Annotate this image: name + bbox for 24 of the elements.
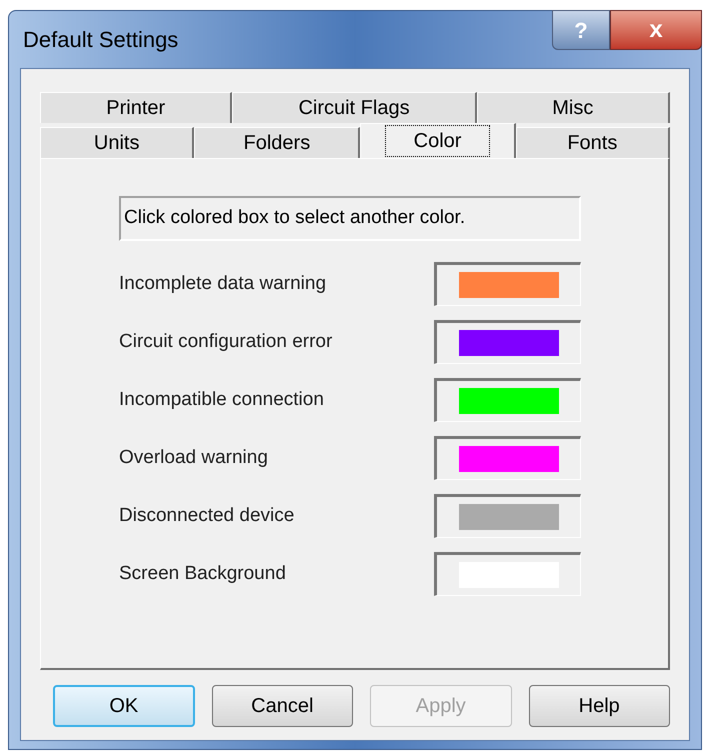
dialog-button[interactable]: Cancel [212, 685, 354, 727]
color-label: Screen Background [119, 562, 287, 586]
tab[interactable]: Misc [476, 92, 670, 123]
dialog-button[interactable]: OK [53, 685, 195, 727]
color-box[interactable] [434, 320, 581, 364]
color-box[interactable] [434, 262, 581, 306]
tab[interactable]: Printer [40, 92, 232, 123]
hint-text: Click colored box to select another color. [119, 196, 581, 241]
color-box[interactable] [434, 378, 581, 422]
color-label: Overload warning [119, 446, 269, 470]
tab[interactable]: Units [40, 127, 194, 158]
color-box[interactable] [434, 552, 581, 596]
color-box[interactable] [434, 436, 581, 480]
color-box[interactable] [434, 494, 581, 538]
color-label: Incompatible connection [119, 388, 325, 412]
tab[interactable]: Fonts [516, 127, 670, 158]
tab[interactable]: Color [360, 123, 516, 158]
tab[interactable]: Folders [194, 127, 360, 158]
tab[interactable]: Circuit Flags [232, 92, 477, 123]
dialog-button[interactable]: Help [528, 685, 670, 727]
color-label: Disconnected device [119, 504, 296, 528]
window-title: Default Settings [23, 26, 178, 54]
color-label: Circuit configuration error [119, 330, 334, 354]
color-label: Incomplete data warning [119, 272, 328, 296]
